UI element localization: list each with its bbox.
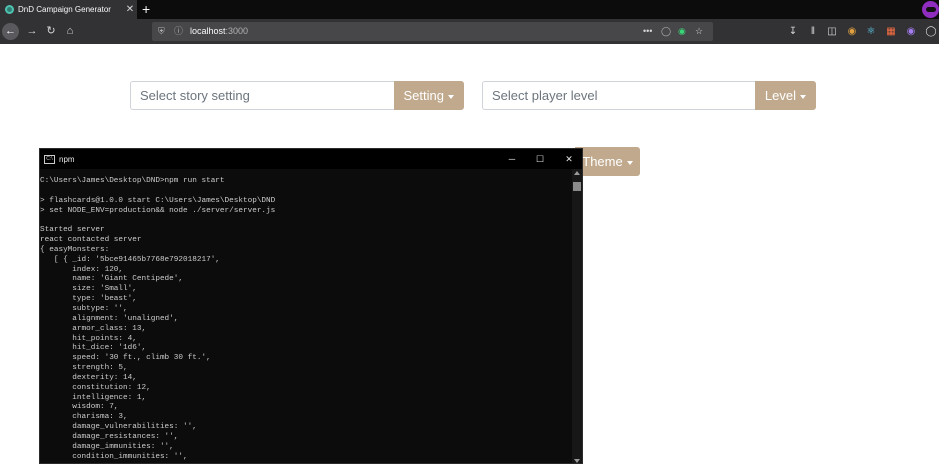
account-icon[interactable]: ◯ — [924, 23, 938, 40]
console-icon: C:\ — [44, 154, 55, 164]
player-level-input[interactable]: Select player level — [482, 81, 755, 110]
caret-down-icon — [448, 94, 454, 99]
close-icon[interactable]: ✕ — [555, 149, 582, 169]
tab-bar: DnD Campaign Generator ✕ + — [0, 0, 939, 19]
home-icon[interactable]: ⌂ — [63, 23, 77, 40]
tab-title: DnD Campaign Generator — [18, 5, 111, 14]
extension-icon[interactable]: ◉ — [678, 22, 686, 41]
terminal-line: index: 120, — [40, 265, 124, 274]
library-icon[interactable]: ‖ — [806, 23, 820, 40]
url-text[interactable]: localhost:3000 — [190, 22, 248, 41]
info-icon[interactable]: ⓘ — [174, 22, 183, 41]
terminal-line: intelligence: 1, — [40, 393, 147, 402]
page-actions-icon[interactable]: ••• — [643, 22, 652, 41]
tab-close-icon[interactable]: ✕ — [123, 4, 137, 15]
terminal-line: speed: '30 ft., climb 30 ft.', — [40, 354, 211, 363]
terminal-line: size: 'Small', — [40, 285, 137, 294]
terminal-output: C:\Users\James\Desktop\DND>npm run start… — [40, 177, 574, 462]
terminal-line: [ { _id: '5bce91465b7768e792018217', — [40, 255, 220, 264]
terminal-line: type: 'beast', — [40, 295, 137, 304]
react-devtools-icon[interactable]: ⚛ — [864, 23, 878, 40]
maximize-icon[interactable]: ☐ — [526, 149, 554, 169]
terminal-line: alignment: 'unaligned', — [40, 314, 179, 323]
scroll-thumb[interactable] — [573, 182, 581, 191]
terminal-scrollbar[interactable] — [572, 169, 582, 463]
address-bar[interactable]: ⛨ ⓘ localhost:3000 ••• ◯ ◉ ☆ — [152, 22, 713, 41]
terminal-line: subtype: '', — [40, 304, 128, 313]
browser-tab[interactable]: DnD Campaign Generator ✕ — [0, 0, 137, 19]
terminal-line: damage_resistances: '', — [40, 432, 179, 441]
terminal-line: wisdom: 7, — [40, 403, 119, 412]
forward-arrow-icon[interactable]: → — [25, 23, 39, 40]
scroll-down-icon[interactable] — [574, 459, 580, 463]
terminal-line: hit_points: 4, — [40, 334, 137, 343]
scroll-up-icon[interactable] — [574, 171, 580, 175]
new-tab-button[interactable]: + — [142, 0, 150, 19]
terminal-line: strength: 5, — [40, 364, 128, 373]
terminal-line: name: 'Giant Centipede', — [40, 275, 184, 284]
terminal-line: constitution: 12, — [40, 383, 151, 392]
shield-icon[interactable]: ⛨ — [158, 22, 165, 41]
terminal-window: C:\ npm ─ ☐ ✕ C:\Users\James\Desktop\DND… — [39, 148, 583, 464]
redux-devtools-icon[interactable]: ◉ — [904, 23, 918, 40]
terminal-line: dexterity: 14, — [40, 373, 137, 382]
private-browsing-icon — [922, 1, 939, 18]
terminal-line: hit_dice: '1d6', — [40, 344, 147, 353]
terminal-line: Started server — [40, 226, 105, 235]
terminal-line: charisma: 3, — [40, 413, 128, 422]
theme-dropdown-button[interactable]: Theme — [575, 147, 640, 176]
terminal-line: C:\Users\James\Desktop\DND>npm run start — [40, 177, 225, 185]
terminal-line: damage_vulnerabilities: '', — [40, 423, 197, 432]
caret-down-icon — [800, 94, 806, 99]
terminal-line: react contacted server — [40, 236, 142, 245]
extension-icon[interactable]: ◉ — [845, 23, 859, 40]
navigation-bar: ← → ↻ ⌂ ⛨ ⓘ localhost:3000 ••• ◯ ◉ ☆ ↧ ‖… — [0, 19, 939, 44]
sidebar-icon[interactable]: ◫ — [825, 23, 839, 40]
download-icon[interactable]: ↧ — [786, 23, 800, 40]
bookmark-star-icon[interactable]: ☆ — [695, 22, 703, 41]
setting-input-group: Select story setting Setting — [130, 81, 464, 110]
level-input-group: Select player level Level — [482, 81, 816, 110]
back-arrow-icon[interactable]: ← — [2, 23, 19, 40]
story-setting-input[interactable]: Select story setting — [130, 81, 394, 110]
minimize-icon[interactable]: ─ — [498, 149, 526, 169]
terminal-line: armor_class: 13, — [40, 324, 147, 333]
terminal-line: condition_immunities: '', — [40, 452, 188, 461]
terminal-line: > set NODE_ENV=production&& node ./serve… — [40, 206, 276, 215]
terminal-line: damage_immunities: '', — [40, 442, 174, 451]
level-dropdown-button[interactable]: Level — [754, 81, 816, 110]
terminal-title: npm — [59, 154, 75, 164]
terminal-line: > flashcards@1.0.0 start C:\Users\James\… — [40, 196, 276, 205]
dnd-favicon-icon — [5, 5, 14, 14]
pocket-icon[interactable]: ◯ — [661, 22, 671, 41]
terminal-titlebar[interactable]: C:\ npm ─ ☐ ✕ — [40, 149, 582, 169]
setting-dropdown-button[interactable]: Setting — [393, 81, 464, 110]
terminal-line: { easyMonsters: — [40, 245, 110, 254]
extension-icon[interactable]: ▦ — [884, 23, 898, 40]
caret-down-icon — [626, 160, 633, 165]
reload-icon[interactable]: ↻ — [44, 23, 58, 40]
